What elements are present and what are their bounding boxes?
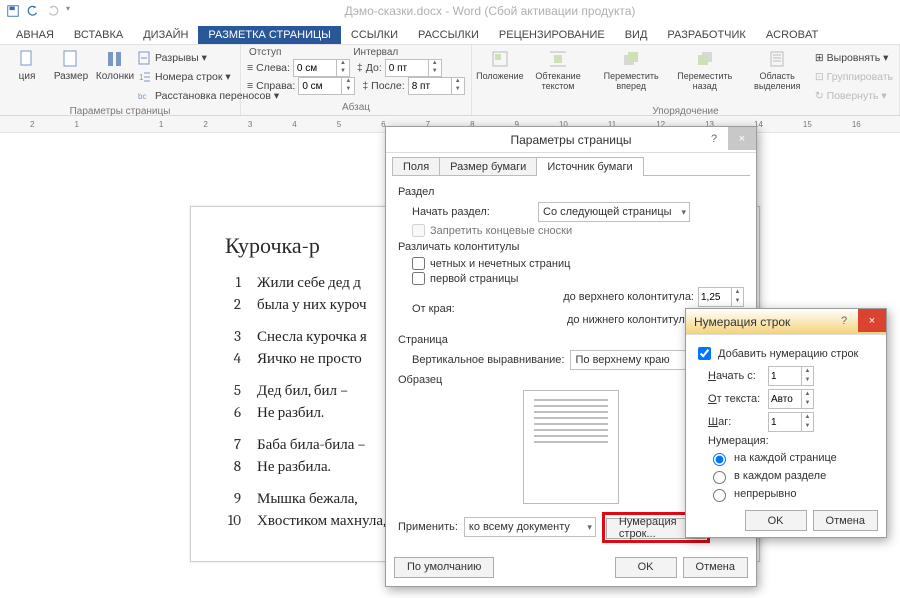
tab-8[interactable]: РАЗРАБОТЧИК [657, 26, 755, 44]
selection-pane-button[interactable]: Область выделения [742, 47, 813, 105]
tab-2[interactable]: ДИЗАЙН [133, 26, 198, 44]
align-menu[interactable]: ⊞Выровнять ▾ [815, 49, 893, 67]
qat-customize-icon[interactable]: ▾ [66, 4, 80, 18]
indent-left[interactable]: ▲▼ [293, 59, 350, 77]
ribbon-tabs: АВНАЯ ВСТАВКА ДИЗАЙН РАЗМЕТКА СТРАНИЦЫ С… [0, 22, 900, 45]
section-start-select[interactable]: Со следующей страницы [538, 202, 690, 222]
tab-6[interactable]: РЕЦЕНЗИРОВАНИЕ [489, 26, 615, 44]
dlg-tab-papersrc[interactable]: Источник бумаги [536, 157, 643, 176]
group-menu[interactable]: ⊡Группировать [815, 68, 893, 86]
default-button[interactable]: По умолчанию [394, 557, 494, 578]
bring-forward-button[interactable]: Переместить вперед [594, 47, 668, 105]
space-before[interactable]: ▲▼ [385, 59, 442, 77]
first-page-checkbox[interactable] [412, 272, 425, 285]
close-icon[interactable]: × [728, 127, 756, 150]
cancel-button[interactable]: Отмена [813, 510, 878, 531]
preview-thumbnail [523, 390, 619, 504]
ok-button[interactable]: OK [615, 557, 677, 578]
step-input[interactable]: ▲▼ [768, 412, 814, 432]
size-button[interactable]: Размер [50, 47, 92, 105]
save-icon[interactable] [6, 4, 20, 18]
doc-title: Дэмо-сказки.docx - Word (Сбой активации … [80, 4, 900, 18]
rotate-menu[interactable]: ↻Повернуть ▾ [815, 87, 893, 105]
columns-button[interactable]: Колонки [94, 47, 136, 105]
undo-icon[interactable] [26, 4, 40, 18]
opt-each-section[interactable] [713, 471, 726, 484]
send-backward-button[interactable]: Переместить назад [670, 47, 740, 105]
tab-7[interactable]: ВИД [615, 26, 658, 44]
line-numbers-dialog: Нумерация строк ?× Добавить нумерацию ст… [685, 308, 887, 538]
space-after[interactable]: ▲▼ [408, 77, 465, 95]
svg-text:1: 1 [139, 73, 144, 82]
header-top-input[interactable]: ▲▼ [698, 287, 744, 307]
from-text-input[interactable]: ▲▼ [768, 389, 814, 409]
position-button[interactable]: Положение [478, 47, 522, 105]
odd-even-checkbox[interactable] [412, 257, 425, 270]
opt-continuous[interactable] [713, 489, 726, 502]
ok-button[interactable]: OK [745, 510, 807, 531]
indent-left-icon: ≡ [247, 62, 253, 74]
tab-9[interactable]: ACROBAT [756, 26, 828, 44]
redo-icon[interactable] [46, 4, 60, 18]
tab-1[interactable]: ВСТАВКА [64, 26, 133, 44]
opt-each-page[interactable] [713, 453, 726, 466]
add-numbering-checkbox[interactable] [698, 347, 711, 360]
orientation-button[interactable]: ция [6, 47, 48, 105]
svg-text:bc: bc [138, 92, 146, 101]
start-at-input[interactable]: ▲▼ [768, 366, 814, 386]
help-icon[interactable]: ? [830, 309, 858, 332]
tab-0[interactable]: АВНАЯ [6, 26, 64, 44]
wrap-text-button[interactable]: Обтекание текстом [524, 47, 593, 105]
tab-4[interactable]: ССЫЛКИ [341, 26, 408, 44]
close-icon[interactable]: × [858, 309, 886, 332]
help-icon[interactable]: ? [700, 127, 728, 150]
indent-right-icon: ≡ [247, 80, 253, 92]
dlg-tab-papersize[interactable]: Размер бумаги [439, 157, 537, 176]
cancel-button[interactable]: Отмена [683, 557, 748, 578]
dlg-tab-fields[interactable]: Поля [392, 157, 440, 176]
indent-right[interactable]: ▲▼ [298, 77, 355, 95]
tab-3[interactable]: РАЗМЕТКА СТРАНИЦЫ [198, 26, 340, 44]
apply-to-select[interactable]: ко всему документу [464, 517, 596, 537]
endnotes-checkbox [412, 224, 425, 237]
tab-5[interactable]: РАССЫЛКИ [408, 26, 489, 44]
